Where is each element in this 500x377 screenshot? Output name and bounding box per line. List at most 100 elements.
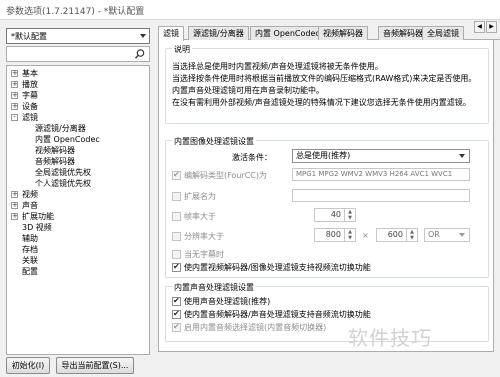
chevron-down-icon (459, 154, 465, 158)
export-config-button[interactable]: 导出当前配置(S)... (56, 357, 134, 374)
tree-item-label: 字幕 (22, 91, 38, 100)
tree-item-label: 视频解码器 (35, 146, 75, 155)
tree-item[interactable]: 源滤镜/分离器 (7, 123, 149, 134)
tree-item[interactable]: + 扩展功能 (7, 211, 149, 222)
audio-stream-switch-checkbox[interactable] (172, 309, 181, 319)
tree-item-label: 3D 视频 (22, 223, 52, 232)
tree-item-label: 全局滤镜优先权 (35, 168, 91, 177)
fourcc-field[interactable]: MPG1 MPG2 WMV2 WMV3 H264 AVC1 WVC1 (292, 168, 470, 181)
video-filter-group: 内置图像处理滤镜设置 激活条件： 总是使用(推荐) 编解码类型(FourCC)为… (165, 136, 489, 278)
resolution-checkbox[interactable] (172, 232, 181, 241)
tree-item[interactable]: 3D 视频 (7, 222, 149, 233)
audio-switcher-checkbox[interactable] (172, 322, 181, 332)
watermark: 软件技巧 (348, 326, 432, 350)
extension-field[interactable] (292, 189, 470, 202)
expand-icon[interactable]: + (11, 191, 18, 198)
tree-item[interactable]: 存档 (7, 244, 149, 255)
activate-condition-select[interactable]: 总是使用(推荐) (292, 149, 470, 163)
window-title: 参数选项(1.7.21147) - *默认配置 (6, 7, 145, 17)
audio-switcher-label: 启用内置音频选择滤镜(内置音频切换器) (184, 323, 327, 332)
activate-condition-value: 总是使用(推荐) (296, 151, 351, 160)
tree-item[interactable]: 个人滤镜优先权 (7, 178, 149, 189)
resolution-operator-select[interactable]: OR (424, 228, 470, 242)
tab-item[interactable]: 滤镜 (158, 26, 184, 41)
audio-filter-checkbox[interactable] (172, 296, 181, 306)
description-group: 说明 当选择总是使用时内置视频/声音处理滤镜将被无条件使用。 当选择按条件使用时… (165, 44, 489, 124)
tree-item[interactable]: + 设备 (7, 101, 149, 112)
activate-condition-label: 激活条件： (232, 153, 272, 162)
audio-stream-switch-label: 使内置音频解码器/声音处理滤镜支持音频流切换功能 (184, 310, 371, 319)
framerate-value: 40 (330, 210, 341, 219)
tree-item-label: 滤镜 (22, 113, 38, 122)
framerate-checkbox[interactable] (172, 212, 181, 221)
chevron-down-icon (140, 34, 146, 38)
stepper-arrows-icon[interactable]: ▲ ▼ (344, 209, 355, 221)
tab-item[interactable]: 内置 OpenCodec (250, 26, 325, 40)
tree-item[interactable]: + 播放 (7, 79, 149, 90)
tree-item[interactable]: + 字幕 (7, 90, 149, 101)
no-subtitle-label: 当无字幕时 (184, 250, 224, 259)
expand-icon[interactable]: + (11, 103, 18, 110)
extension-checkbox[interactable] (172, 192, 181, 201)
description-line: 在没有需利用外部视频/声音滤镜处理的特殊情况下建议您选择无条件使用内置滤镜。 (172, 98, 471, 107)
stepper-arrows-icon[interactable]: ▲ ▼ (406, 229, 417, 241)
expand-icon[interactable]: + (11, 81, 18, 88)
resolution-width-stepper[interactable]: 800 ▲ ▼ (314, 228, 356, 242)
description-line: 当选择按条件使用时将根据当前播放文件的编码压缩格式(RAW格式)来决定是否使用。 (172, 74, 477, 83)
expand-icon[interactable]: + (11, 70, 18, 77)
tree-item-label: 源滤镜/分离器 (35, 124, 86, 133)
tree-item[interactable]: 全局滤镜优先权 (7, 167, 149, 178)
tab-item[interactable]: 音频解码器 (378, 26, 428, 40)
tree-item[interactable]: + 声音 (7, 200, 149, 211)
tree-item-label: 存档 (22, 245, 38, 254)
tree-item-label: 基本 (22, 69, 38, 78)
tree-item[interactable]: + 视频 (7, 189, 149, 200)
tree-item[interactable]: 音频解码器 (7, 156, 149, 167)
framerate-stepper[interactable]: 40 ▲ ▼ (314, 208, 356, 222)
tab-strip: 滤镜 源滤镜/分离器 内置 OpenCodec 视频解码器 音频解码器 全局滤镜 (158, 26, 500, 41)
settings-tree: + 基本 + 播放 + 字幕 + 设备 - 滤镜 源滤镜/分离器 内置 OpenCodec 视频解码器音… (6, 65, 150, 355)
profile-select[interactable]: *默认配置 (6, 28, 150, 44)
tree-item-label: 辅助 (22, 234, 38, 243)
resolution-height-value: 600 (387, 230, 403, 239)
expand-icon[interactable]: + (11, 92, 18, 99)
tree-item[interactable]: 关联 (7, 255, 149, 266)
expand-icon[interactable]: + (11, 202, 18, 209)
tree-item-label: 音频解码器 (35, 157, 75, 166)
extension-label: 扩展名为 (184, 192, 216, 201)
fourcc-checkbox[interactable] (172, 170, 181, 180)
description-line: 当选择总是使用时内置视频/声音处理滤镜将被无条件使用。 (172, 62, 383, 71)
resolution-height-stepper[interactable]: 600 ▲ ▼ (376, 228, 418, 242)
tab-item[interactable]: 视频解码器 (318, 26, 368, 40)
resolution-times-sign: × (362, 231, 369, 240)
audio-filter-title: 内置声音处理滤镜设置 (172, 282, 256, 293)
expand-icon[interactable]: + (11, 213, 18, 220)
tree-item-label: 内置 OpenCodec (35, 135, 100, 144)
tree-item-label: 扩展功能 (22, 212, 54, 221)
description-title: 说明 (172, 44, 192, 55)
tree-item[interactable]: - 滤镜 (7, 112, 149, 123)
video-stream-switch-label: 使内置视频解码器/图像处理滤镜支持视频流切换功能 (184, 263, 371, 272)
tree-item-label: 视频 (22, 190, 38, 199)
tab-scroll-left-icon[interactable]: ◀ (474, 21, 485, 33)
tab-item[interactable]: 源滤镜/分离器 (188, 26, 249, 40)
search-input[interactable] (6, 46, 150, 62)
description-line: 内置声音处理滤镜可用在声音录制功能中。 (172, 86, 324, 95)
init-button[interactable]: 初始化(I) (6, 357, 50, 374)
right-pane: 滤镜 源滤镜/分离器 内置 OpenCodec 视频解码器 音频解码器 全局滤镜 ◀ ▶ … (158, 20, 500, 377)
tree-item[interactable]: 内置 OpenCodec (7, 134, 149, 145)
tree-item[interactable]: + 基本 (7, 68, 149, 79)
collapse-icon[interactable]: - (11, 114, 18, 121)
tab-scroll-right-icon[interactable]: ▶ (486, 21, 497, 33)
tree-item[interactable]: 配置 (7, 266, 149, 277)
tab-item[interactable]: 全局滤镜 (422, 26, 464, 40)
tree-item[interactable]: 视频解码器 (7, 145, 149, 156)
no-subtitle-checkbox[interactable] (172, 250, 181, 259)
panel-scrollbar[interactable] (494, 40, 500, 352)
fourcc-label: 编解码类型(FourCC)为 (184, 171, 267, 180)
video-stream-switch-checkbox[interactable] (172, 262, 181, 272)
stepper-arrows-icon[interactable]: ▲ ▼ (344, 229, 355, 241)
tree-item[interactable]: 辅助 (7, 233, 149, 244)
audio-filter-label: 使用声音处理滤镜(推荐) (184, 297, 271, 306)
left-pane: *默认配置 + 基本 + 播放 + 字幕 + 设备 - 滤镜 源滤镜/分离器 内置 OpenCodec… (0, 20, 156, 377)
